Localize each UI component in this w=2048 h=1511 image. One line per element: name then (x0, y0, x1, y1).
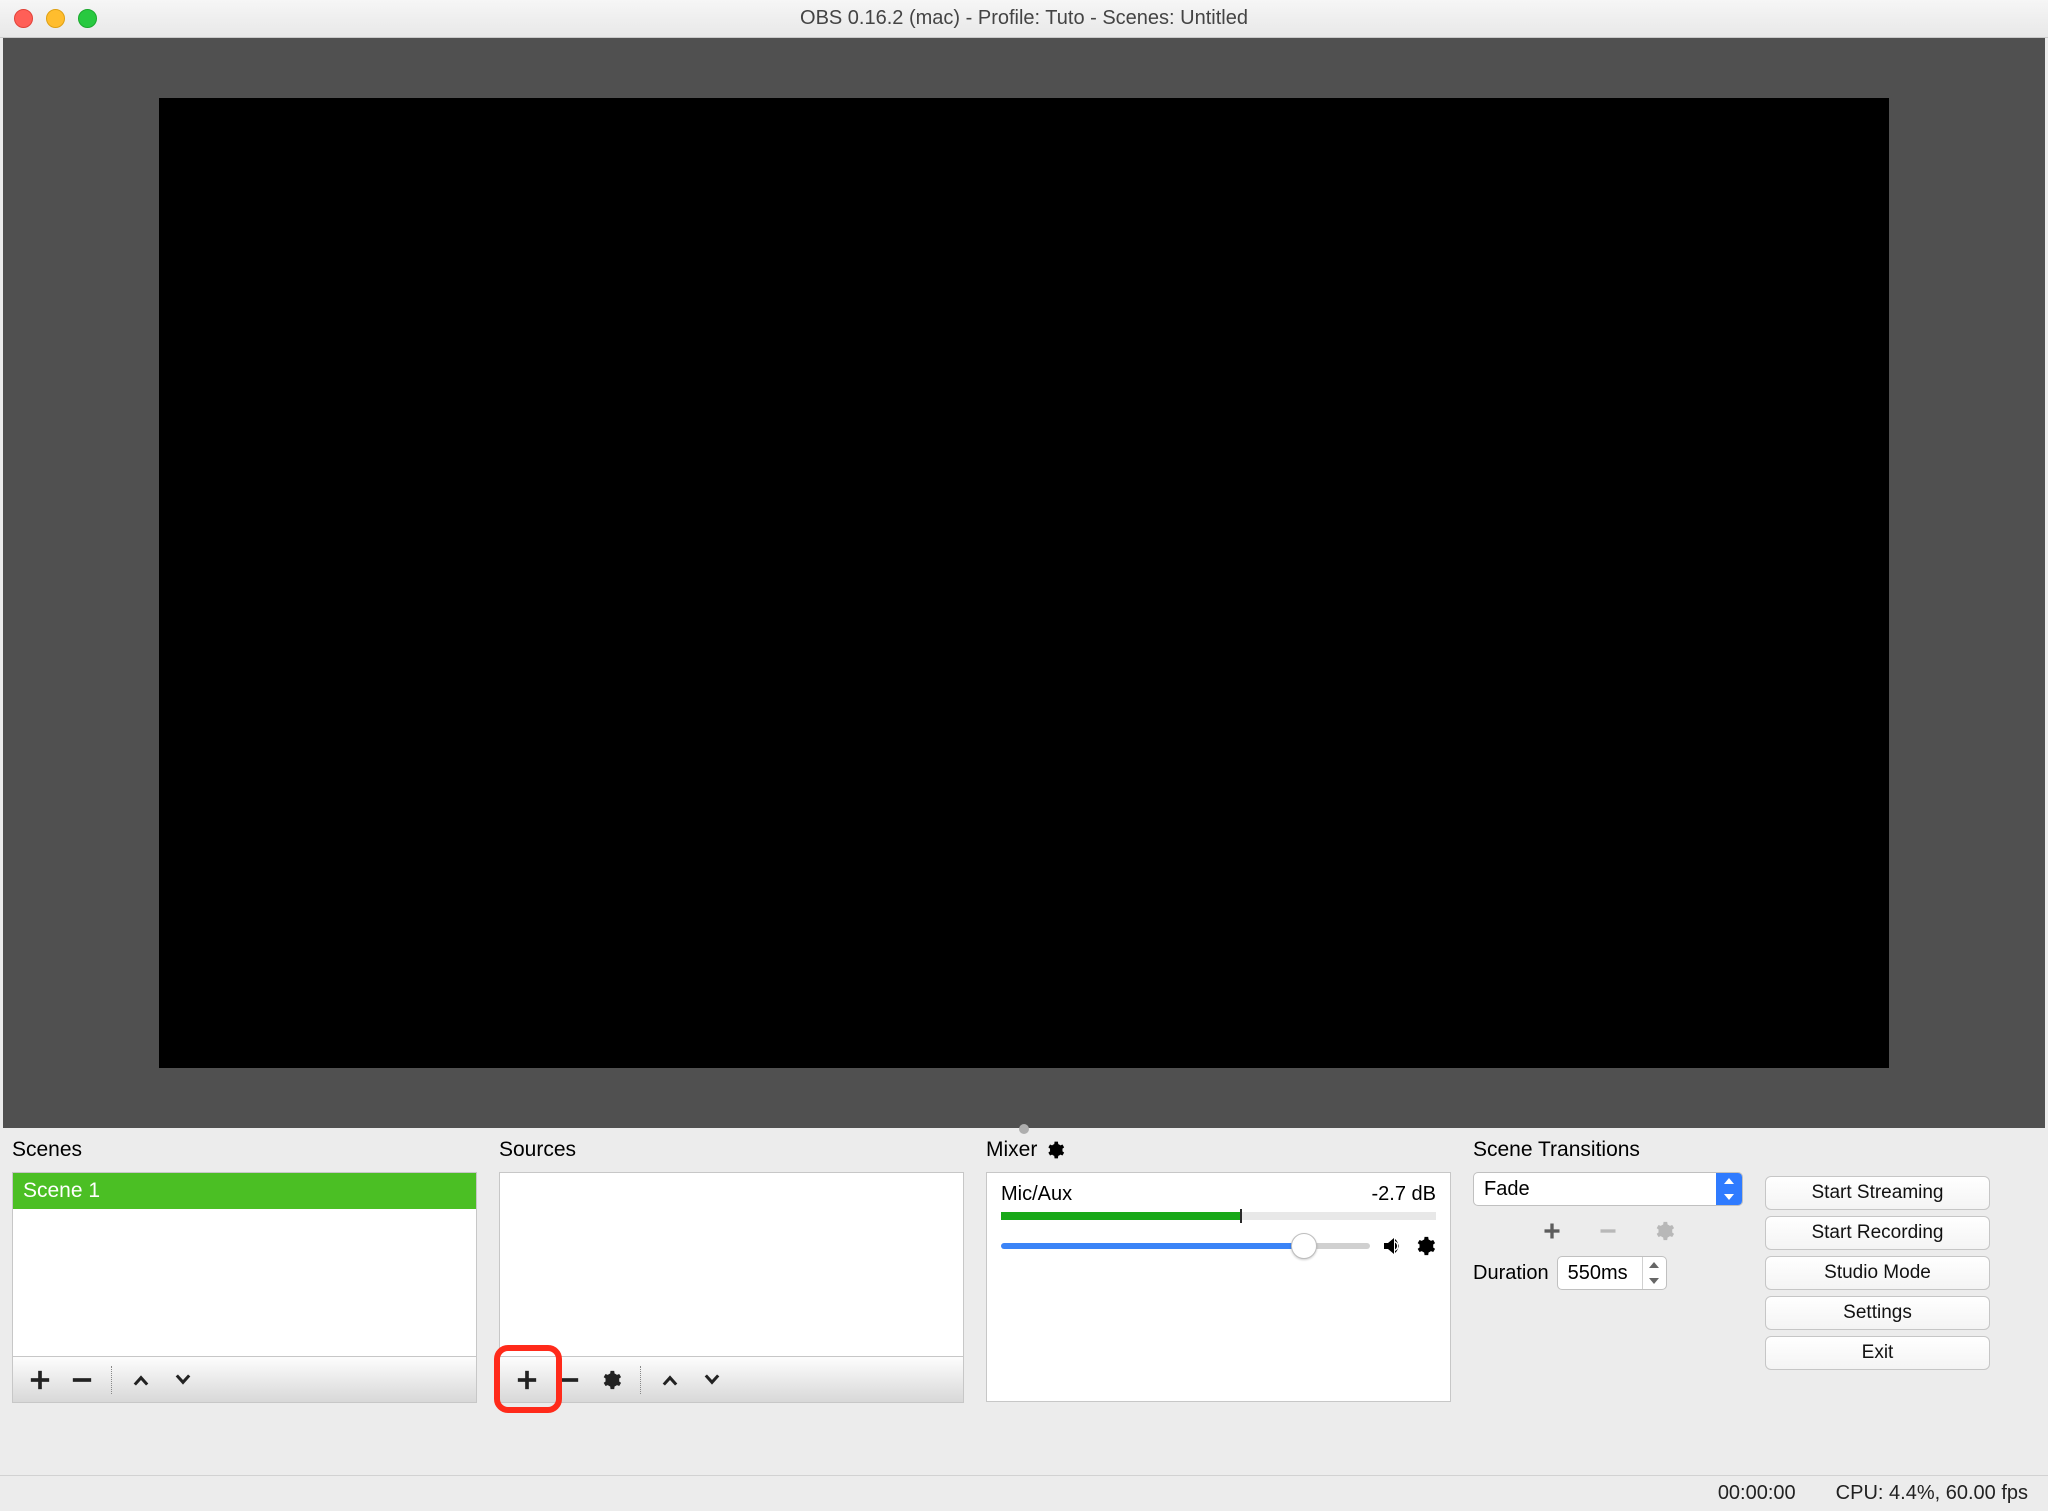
toolbar-divider (640, 1366, 641, 1394)
preview-canvas[interactable] (159, 98, 1889, 1068)
scene-add-button[interactable] (21, 1361, 59, 1399)
mixer-label: Mixer (986, 1138, 1451, 1162)
exit-button[interactable]: Exit (1765, 1336, 1990, 1370)
status-cpu: CPU: 4.4%, 60.00 fps (1836, 1482, 2028, 1505)
mixer-panel: Mixer Mic/Aux -2.7 dB (986, 1138, 1451, 1475)
gear-icon (1653, 1220, 1675, 1242)
close-window-button[interactable] (14, 9, 33, 28)
speaker-icon (1380, 1234, 1404, 1258)
transitions-label: Scene Transitions (1473, 1138, 1743, 1162)
plus-icon (1542, 1221, 1562, 1241)
source-remove-button[interactable] (550, 1361, 588, 1399)
duration-value: 550ms (1558, 1262, 1642, 1285)
chevron-up-icon (659, 1369, 681, 1391)
source-move-down-button[interactable] (693, 1361, 731, 1399)
transition-properties-button[interactable] (1651, 1218, 1677, 1244)
select-stepper[interactable] (1716, 1173, 1742, 1205)
gear-icon (600, 1369, 622, 1391)
sources-label: Sources (499, 1138, 964, 1162)
plus-icon (29, 1369, 51, 1391)
mixer-channel-name: Mic/Aux (1001, 1183, 1072, 1206)
chevron-up-icon (130, 1369, 152, 1391)
minus-icon (71, 1369, 93, 1391)
transitions-panel: Scene Transitions Fade (1473, 1138, 1743, 1475)
gear-icon (1414, 1235, 1436, 1257)
transition-selected: Fade (1474, 1178, 1716, 1201)
window-controls (14, 9, 97, 28)
controls-panel: Start Streaming Start Recording Studio M… (1765, 1176, 1990, 1475)
duration-label: Duration (1473, 1262, 1549, 1285)
status-time: 00:00:00 (1718, 1482, 1796, 1505)
source-move-up-button[interactable] (651, 1361, 689, 1399)
chevron-down-icon (1649, 1278, 1659, 1284)
mute-button[interactable] (1380, 1234, 1404, 1258)
vu-meter (1001, 1212, 1436, 1220)
transition-add-button[interactable] (1539, 1218, 1565, 1244)
channel-settings-button[interactable] (1414, 1235, 1436, 1257)
chevron-up-icon (1649, 1262, 1659, 1268)
mixer-settings-button[interactable] (1045, 1140, 1065, 1160)
chevron-up-icon (1724, 1178, 1734, 1184)
window-title: OBS 0.16.2 (mac) - Profile: Tuto - Scene… (0, 7, 2048, 30)
settings-button[interactable]: Settings (1765, 1296, 1990, 1330)
source-properties-button[interactable] (592, 1361, 630, 1399)
minus-icon (1598, 1221, 1618, 1241)
chevron-down-icon (701, 1369, 723, 1391)
toolbar-divider (111, 1366, 112, 1394)
plus-icon (516, 1369, 538, 1391)
scenes-label: Scenes (12, 1138, 477, 1162)
chevron-down-icon (1724, 1194, 1734, 1200)
mixer-channel-level: -2.7 dB (1372, 1183, 1436, 1206)
scene-move-up-button[interactable] (122, 1361, 160, 1399)
zoom-window-button[interactable] (78, 9, 97, 28)
sources-list[interactable] (499, 1172, 964, 1357)
mixer-label-text: Mixer (986, 1138, 1037, 1162)
scenes-panel: Scenes Scene 1 (12, 1138, 477, 1475)
chevron-down-icon (172, 1369, 194, 1391)
sources-toolbar (499, 1357, 964, 1403)
scenes-list[interactable]: Scene 1 (12, 1172, 477, 1357)
scene-item[interactable]: Scene 1 (13, 1173, 476, 1209)
duration-stepper[interactable] (1642, 1257, 1666, 1289)
minimize-window-button[interactable] (46, 9, 65, 28)
minus-icon (558, 1369, 580, 1391)
status-bar: 00:00:00 CPU: 4.4%, 60.00 fps (0, 1475, 2048, 1511)
duration-input[interactable]: 550ms (1557, 1256, 1667, 1290)
start-streaming-button[interactable]: Start Streaming (1765, 1176, 1990, 1210)
scenes-toolbar (12, 1357, 477, 1403)
transition-select[interactable]: Fade (1473, 1172, 1743, 1206)
scene-remove-button[interactable] (63, 1361, 101, 1399)
scene-move-down-button[interactable] (164, 1361, 202, 1399)
titlebar: OBS 0.16.2 (mac) - Profile: Tuto - Scene… (0, 0, 2048, 38)
studio-mode-button[interactable]: Studio Mode (1765, 1256, 1990, 1290)
mixer-body: Mic/Aux -2.7 dB (986, 1172, 1451, 1402)
volume-slider[interactable] (1001, 1243, 1370, 1249)
sources-panel: Sources (499, 1138, 964, 1475)
start-recording-button[interactable]: Start Recording (1765, 1216, 1990, 1250)
panel-resize-handle[interactable] (1019, 1124, 1029, 1134)
volume-slider-thumb[interactable] (1291, 1233, 1317, 1259)
source-add-button[interactable] (508, 1361, 546, 1399)
transition-remove-button[interactable] (1595, 1218, 1621, 1244)
preview-area (3, 38, 2045, 1128)
gear-icon (1045, 1140, 1065, 1160)
